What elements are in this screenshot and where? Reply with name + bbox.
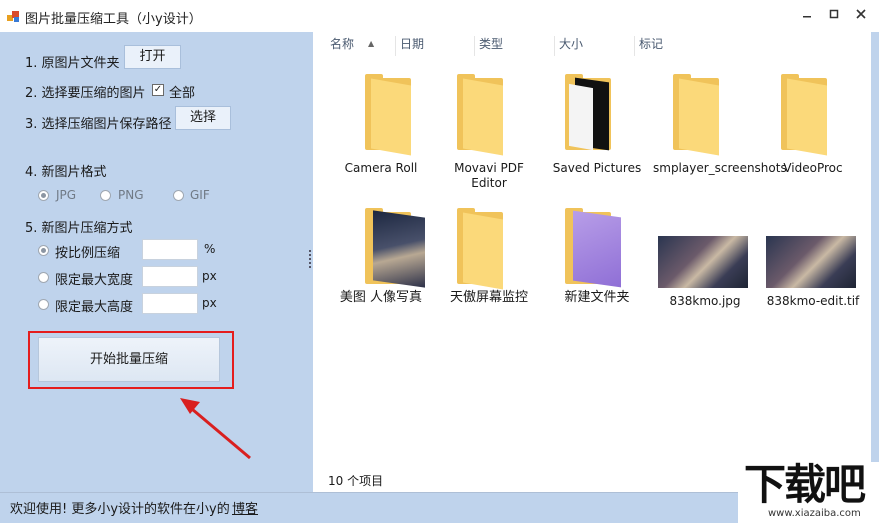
- settings-panel: 1. 原图片文件夹 打开 2. 选择要压缩的图片 ✓ 全部 3. 选择压缩图片保…: [0, 32, 306, 492]
- item-name: 838kmo-edit.tif: [766, 294, 860, 308]
- select-all-label: 全部: [169, 86, 196, 101]
- image-thumbnail: [658, 236, 748, 288]
- image-thumbnail: [766, 236, 856, 288]
- step1-label: 1. 原图片文件夹: [25, 56, 120, 71]
- step5-label: 5. 新图片压缩方式: [25, 221, 133, 236]
- choose-path-button[interactable]: 选择: [175, 106, 231, 130]
- title-bar: 图片批量压缩工具（小y设计）: [0, 0, 879, 32]
- list-item[interactable]: 美图 人像写真: [331, 204, 431, 314]
- step4-label: 4. 新图片格式: [25, 165, 107, 180]
- mode-height-radio[interactable]: [38, 299, 49, 310]
- max-height-input[interactable]: [142, 293, 198, 314]
- item-name: 838kmo.jpg: [669, 294, 741, 308]
- step2-label: 2. 选择要压缩的图片: [25, 86, 146, 101]
- file-browser: 名称 ▲ 日期 类型 大小 标记 Camera Roll Movavi PDF …: [313, 32, 871, 492]
- item-count: 10 个项目: [328, 474, 384, 488]
- mode-ratio-label: 按比例压缩: [55, 246, 121, 261]
- max-width-input[interactable]: [142, 266, 198, 287]
- start-compress-button[interactable]: 开始批量压缩: [38, 337, 220, 382]
- item-name: Movavi PDF Editor: [454, 161, 524, 190]
- column-size[interactable]: 大小: [555, 36, 635, 56]
- column-name[interactable]: 名称 ▲: [326, 36, 396, 56]
- list-item[interactable]: 838kmo-edit.tif: [763, 204, 863, 314]
- list-item[interactable]: 新建文件夹: [547, 204, 647, 314]
- step3-label: 3. 选择压缩图片保存路径: [25, 117, 172, 132]
- item-name: 新建文件夹: [564, 290, 630, 305]
- format-gif-label: GIF: [190, 188, 210, 202]
- list-item[interactable]: 天傲屏幕监控: [439, 204, 539, 314]
- list-item[interactable]: 838kmo.jpg: [655, 204, 755, 314]
- column-name-label: 名称: [330, 37, 355, 51]
- mode-ratio-radio[interactable]: [38, 245, 49, 256]
- list-item[interactable]: smplayer_screenshots: [653, 70, 787, 190]
- app-icon: [7, 9, 21, 23]
- item-name: VideoProc: [783, 161, 843, 175]
- format-png-radio[interactable]: [100, 190, 111, 201]
- folder-preview-purple: [573, 210, 621, 288]
- format-png-label: PNG: [118, 188, 144, 202]
- format-jpg-label: JPG: [56, 188, 77, 202]
- ratio-input[interactable]: [142, 239, 198, 260]
- restore-icon[interactable]: [823, 6, 845, 24]
- blog-link[interactable]: 博客: [232, 498, 258, 517]
- item-name: 天傲屏幕监控: [449, 290, 528, 305]
- item-name: Camera Roll: [344, 161, 418, 175]
- ratio-unit: %: [204, 242, 216, 256]
- open-folder-button[interactable]: 打开: [124, 45, 181, 69]
- mode-height-label: 限定最大高度: [55, 300, 134, 315]
- sort-up-icon: ▲: [368, 39, 375, 48]
- folder-preview-white: [569, 83, 593, 151]
- mode-width-label: 限定最大宽度: [55, 273, 134, 288]
- watermark-url: www.xiazaiba.com: [768, 508, 861, 519]
- format-jpg-radio[interactable]: [38, 190, 49, 201]
- column-tags[interactable]: 标记: [635, 36, 715, 56]
- status-text: 欢迎使用! 更多小y设计的软件在小y的: [10, 502, 230, 517]
- close-icon[interactable]: [850, 6, 872, 24]
- list-item[interactable]: Camera Roll: [331, 70, 431, 190]
- height-unit: px: [202, 296, 217, 310]
- window-title: 图片批量压缩工具（小y设计）: [25, 12, 202, 27]
- item-name: smplayer_screenshots: [653, 161, 787, 175]
- item-name: Saved Pictures: [552, 161, 642, 175]
- select-all-checkbox[interactable]: ✓: [152, 84, 164, 96]
- list-item[interactable]: Movavi PDF Editor: [439, 70, 539, 190]
- item-name: 美图 人像写真: [339, 290, 423, 305]
- column-date[interactable]: 日期: [396, 36, 475, 56]
- format-gif-radio[interactable]: [173, 190, 184, 201]
- column-type[interactable]: 类型: [475, 36, 555, 56]
- folder-preview-photo: [373, 210, 425, 288]
- watermark-logo: 下载吧 www.xiazaiba.com: [738, 462, 879, 523]
- watermark-title: 下载吧: [744, 460, 866, 509]
- splitter-grip-icon[interactable]: [309, 250, 311, 268]
- mode-width-radio[interactable]: [38, 272, 49, 283]
- width-unit: px: [202, 269, 217, 283]
- list-item[interactable]: VideoProc: [763, 70, 863, 190]
- minimize-icon[interactable]: [796, 6, 818, 24]
- pointer-arrow-icon: [180, 398, 251, 460]
- list-item[interactable]: Saved Pictures: [547, 70, 647, 190]
